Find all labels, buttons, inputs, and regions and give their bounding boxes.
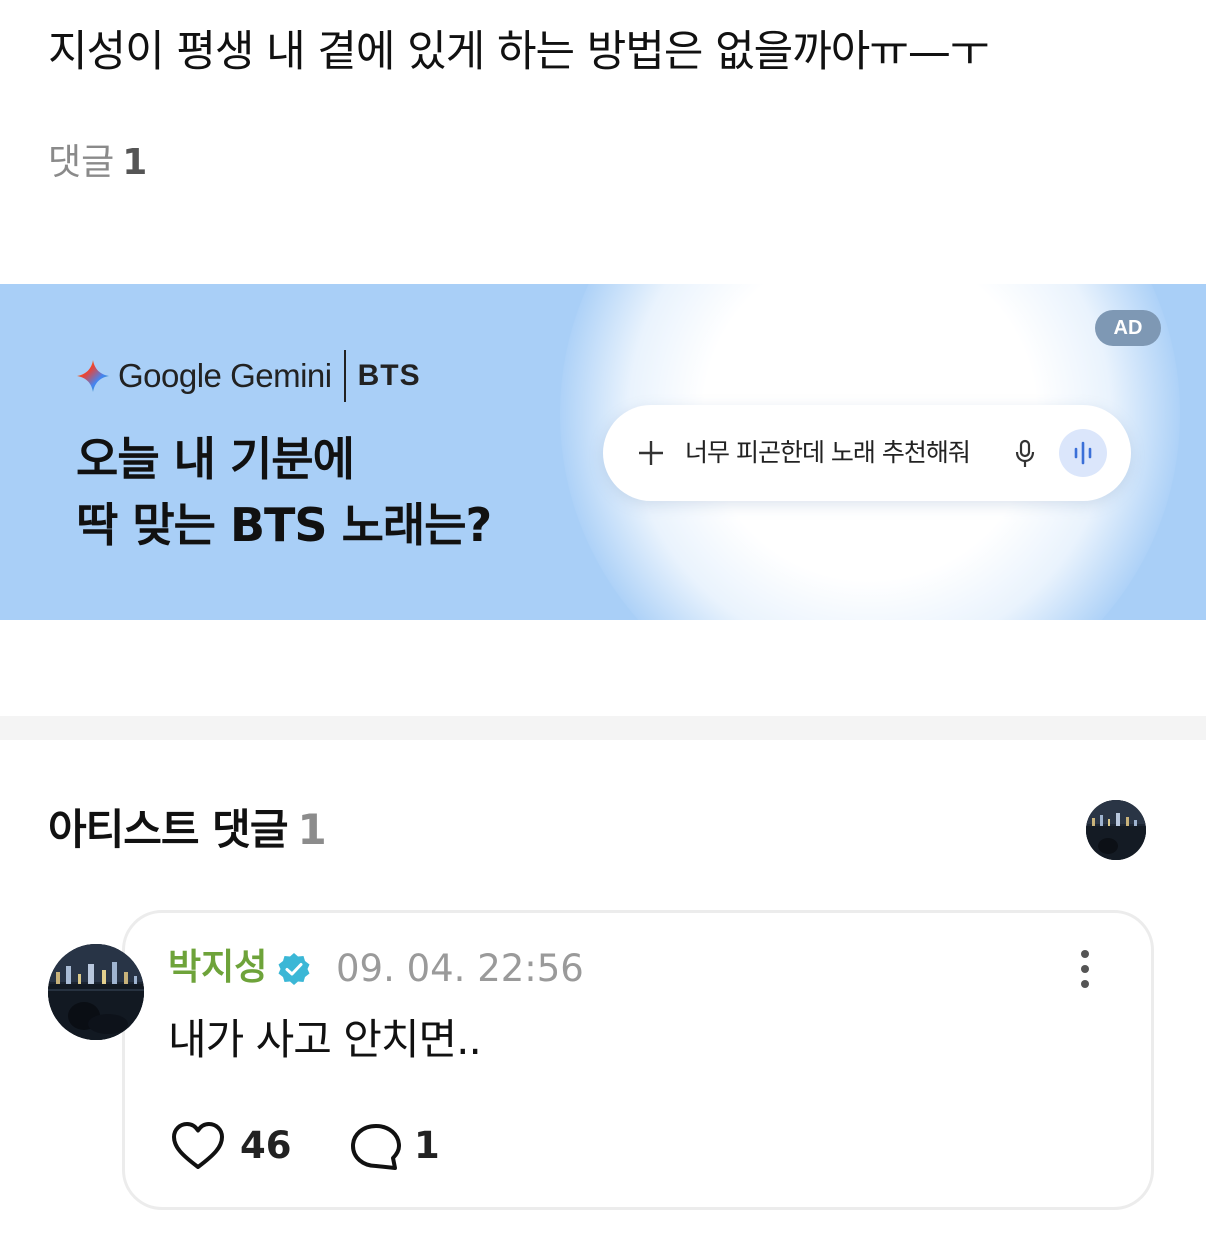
artist-comments-label: 아티스트 댓글 <box>48 805 288 854</box>
ad-brand: Google Gemini <box>118 357 332 394</box>
comments-count[interactable]: 댓글 1 <box>48 138 147 188</box>
section-separator <box>0 716 1206 740</box>
ad-headline-line2: 딱 맞는 BTS 노래는? <box>76 498 492 552</box>
ad-search-bar[interactable]: 너무 피곤한데 노래 추천해줘 <box>603 405 1131 501</box>
ad-search-query: 너무 피곤한데 노래 추천해줘 <box>685 438 971 467</box>
comment-author[interactable]: 박지성 <box>168 942 267 994</box>
ad-badge: AD <box>1095 310 1161 346</box>
ad-headline: 오늘 내 기분에 딱 맞는 BTS 노래는? <box>76 426 492 558</box>
more-icon[interactable] <box>1070 946 1100 992</box>
comment-body: 내가 사고 안치면.. <box>168 1015 482 1064</box>
ad-partner: BTS <box>357 359 421 392</box>
like-count: 46 <box>240 1124 292 1167</box>
artist-avatar[interactable] <box>1086 800 1146 860</box>
ad-headline-line1: 오늘 내 기분에 <box>76 432 355 486</box>
comment-timestamp: 09. 04. 22:56 <box>336 947 584 990</box>
ad-logo: Google Gemini BTS <box>76 350 421 402</box>
heart-icon[interactable] <box>170 1120 226 1172</box>
reply-count: 1 <box>414 1124 440 1167</box>
ad-logo-divider <box>343 350 346 402</box>
mic-icon[interactable] <box>1013 439 1037 469</box>
ad-banner[interactable]: Google Gemini BTS 오늘 내 기분에 딱 맞는 BTS 노래는?… <box>0 284 1206 620</box>
artist-comments-title: 아티스트 댓글 1 <box>48 800 327 860</box>
gemini-spark-icon <box>77 360 109 392</box>
plus-icon[interactable] <box>635 431 667 475</box>
voice-wave-icon[interactable] <box>1059 429 1107 477</box>
comments-label: 댓글 <box>48 142 115 183</box>
verified-icon <box>278 953 310 985</box>
artist-comments-count: 1 <box>297 805 326 854</box>
post-text: 지성이 평생 내 곁에 있게 하는 방법은 없을까아ㅠ—ㅜ <box>48 27 989 77</box>
reply-bubble-icon[interactable] <box>348 1120 404 1174</box>
avatar[interactable] <box>48 944 144 1040</box>
comments-count-number: 1 <box>122 142 148 183</box>
